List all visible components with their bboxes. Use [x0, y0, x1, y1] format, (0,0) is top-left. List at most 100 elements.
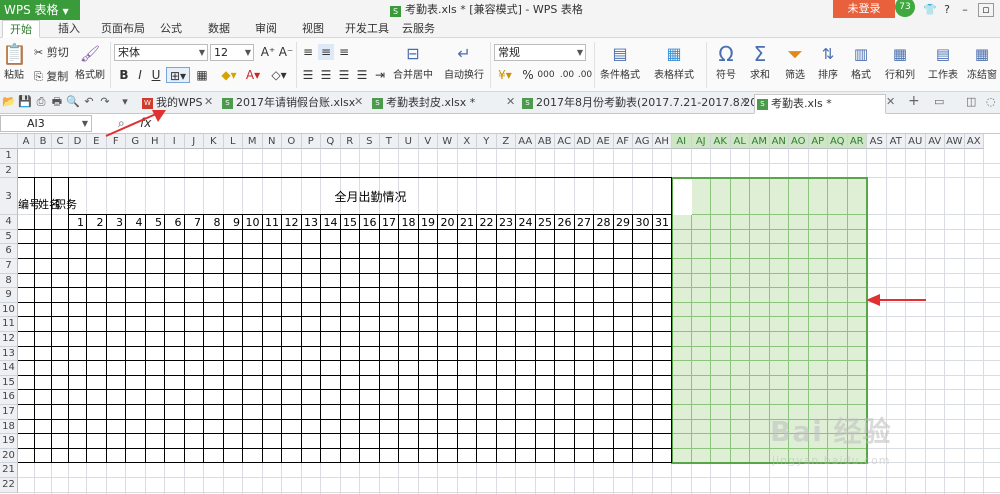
column-header[interactable]: K [204, 134, 224, 149]
cell-style-icon[interactable]: ▦ [194, 67, 210, 83]
font-name-select[interactable]: 宋体 ▼ [114, 44, 208, 61]
column-header[interactable]: T [379, 134, 399, 149]
column-header[interactable]: C [52, 134, 69, 149]
close-icon[interactable]: ✕ [506, 95, 515, 108]
help-icon[interactable]: ? [940, 0, 954, 20]
column-header[interactable]: M [243, 134, 263, 149]
export-pdf-icon[interactable]: ⎙ [34, 95, 48, 109]
column-header[interactable]: S [360, 134, 380, 149]
filter-button[interactable]: ⏷ 筛选 [778, 42, 812, 81]
justify-icon[interactable]: ☰ [354, 67, 370, 83]
close-icon[interactable]: ✕ [354, 95, 363, 108]
column-header[interactable]: AI [672, 134, 692, 149]
thousands-button[interactable]: 000 [536, 67, 556, 83]
indent-icon[interactable]: ⇥ [372, 67, 388, 83]
borders-button[interactable]: ⊞▾ [166, 67, 190, 83]
column-header[interactable]: AT [886, 134, 906, 149]
column-header[interactable]: A [18, 134, 35, 149]
symbol-button[interactable]: Ω 符号 [710, 42, 742, 81]
row-header[interactable]: 7 [0, 259, 18, 274]
align-middle-icon[interactable]: ≡ [318, 44, 334, 60]
copy-button[interactable]: ⎘ 复制 [34, 68, 68, 84]
column-header[interactable]: U [399, 134, 419, 149]
conditional-format-button[interactable]: ▤ 条件格式 [598, 42, 642, 81]
row-header[interactable]: 4 [0, 215, 18, 230]
column-header[interactable]: AD [574, 134, 594, 149]
row-header[interactable]: 5 [0, 229, 18, 245]
column-header[interactable]: AE [594, 134, 614, 149]
tab-list-icon[interactable]: ▭ [934, 95, 944, 108]
close-icon[interactable]: ✕ [740, 95, 749, 108]
row-header[interactable]: 3 [0, 178, 18, 216]
tab-data[interactable]: 数据 [208, 20, 230, 38]
increase-decimal-button[interactable]: .00 [558, 67, 576, 83]
row-header[interactable]: 20 [0, 448, 18, 464]
column-header[interactable]: AU [906, 134, 926, 149]
print-preview-icon[interactable]: 🔍 [66, 95, 80, 109]
worksheet-button[interactable]: ▤ 工作表 [924, 42, 962, 81]
column-header[interactable]: Q [321, 134, 341, 149]
column-header[interactable]: AF [613, 134, 633, 149]
row-header[interactable]: 1 [0, 149, 18, 164]
column-header[interactable]: AO [789, 134, 809, 149]
column-header[interactable]: AP [808, 134, 828, 149]
column-header[interactable]: AR [847, 134, 867, 149]
tab-page-layout[interactable]: 页面布局 [101, 20, 145, 38]
close-icon[interactable]: ✕ [886, 95, 895, 108]
align-center-icon[interactable]: ☰ [318, 67, 334, 83]
column-header[interactable]: AK [711, 134, 731, 149]
row-header[interactable]: 14 [0, 361, 18, 376]
row-header[interactable]: 2 [0, 163, 18, 179]
tab-cloud[interactable]: 云服务 [402, 20, 435, 38]
row-header[interactable]: 21 [0, 463, 18, 478]
column-header[interactable]: B [35, 134, 52, 149]
underline-button[interactable]: U [148, 67, 164, 83]
align-left-icon[interactable]: ☰ [300, 67, 316, 83]
column-header[interactable]: AX [964, 134, 984, 149]
bold-button[interactable]: B [116, 67, 132, 83]
close-icon[interactable]: ✕ [204, 95, 213, 108]
column-header[interactable]: J [184, 134, 204, 149]
increase-font-icon[interactable]: A⁺ [260, 44, 276, 60]
more-icon[interactable]: ◌ [986, 95, 996, 108]
tab-view[interactable]: 视图 [302, 20, 324, 38]
column-header[interactable]: R [340, 134, 360, 149]
paste-button[interactable]: 📋 粘贴 [2, 42, 27, 81]
align-right-icon[interactable]: ☰ [336, 67, 352, 83]
column-header[interactable]: AB [535, 134, 555, 149]
tab-insert[interactable]: 插入 [58, 20, 80, 38]
app-menu-button[interactable]: WPS 表格 ▼ [0, 0, 80, 20]
column-header[interactable]: L [223, 134, 243, 149]
freeze-button[interactable]: ▦ 冻结窗 [964, 42, 1000, 81]
decrease-decimal-button[interactable]: .00 [576, 67, 594, 83]
select-all-corner[interactable] [0, 134, 18, 149]
row-header[interactable]: 17 [0, 405, 18, 420]
sum-button[interactable]: Σ 求和 [744, 42, 776, 81]
formula-input[interactable] [160, 115, 998, 132]
name-box[interactable]: AI3 ▼ [0, 115, 92, 132]
open-folder-icon[interactable]: 📂 [2, 95, 16, 109]
row-header[interactable]: 9 [0, 288, 18, 303]
decrease-font-icon[interactable]: A⁻ [278, 44, 294, 60]
row-header[interactable]: 10 [0, 302, 18, 318]
column-header[interactable]: X [457, 134, 477, 149]
column-header[interactable]: AW [945, 134, 965, 149]
currency-icon[interactable]: ¥▾ [494, 67, 516, 83]
print-icon[interactable]: 🖶 [50, 95, 64, 109]
column-header[interactable]: AH [652, 134, 672, 149]
user-avatar[interactable]: 73 [895, 0, 915, 17]
column-header[interactable]: V [418, 134, 438, 149]
row-header[interactable]: 15 [0, 375, 18, 391]
tab-review[interactable]: 审阅 [255, 20, 277, 38]
tab-home[interactable]: 开始 [2, 20, 40, 38]
customize-toolbar-icon[interactable]: ▾ [118, 95, 132, 109]
clear-format-icon[interactable]: ◇▾ [268, 67, 290, 83]
number-format-select[interactable]: 常规 ▼ [494, 44, 586, 61]
format-painter-button[interactable]: 🖌 格式刷 [75, 42, 105, 81]
row-header[interactable]: 12 [0, 332, 18, 347]
new-tab-icon[interactable]: + [908, 93, 920, 109]
column-header[interactable]: O [282, 134, 302, 149]
align-top-icon[interactable]: ≡ [300, 44, 316, 60]
row-header[interactable]: 22 [0, 478, 18, 493]
column-header[interactable]: AV [925, 134, 945, 149]
